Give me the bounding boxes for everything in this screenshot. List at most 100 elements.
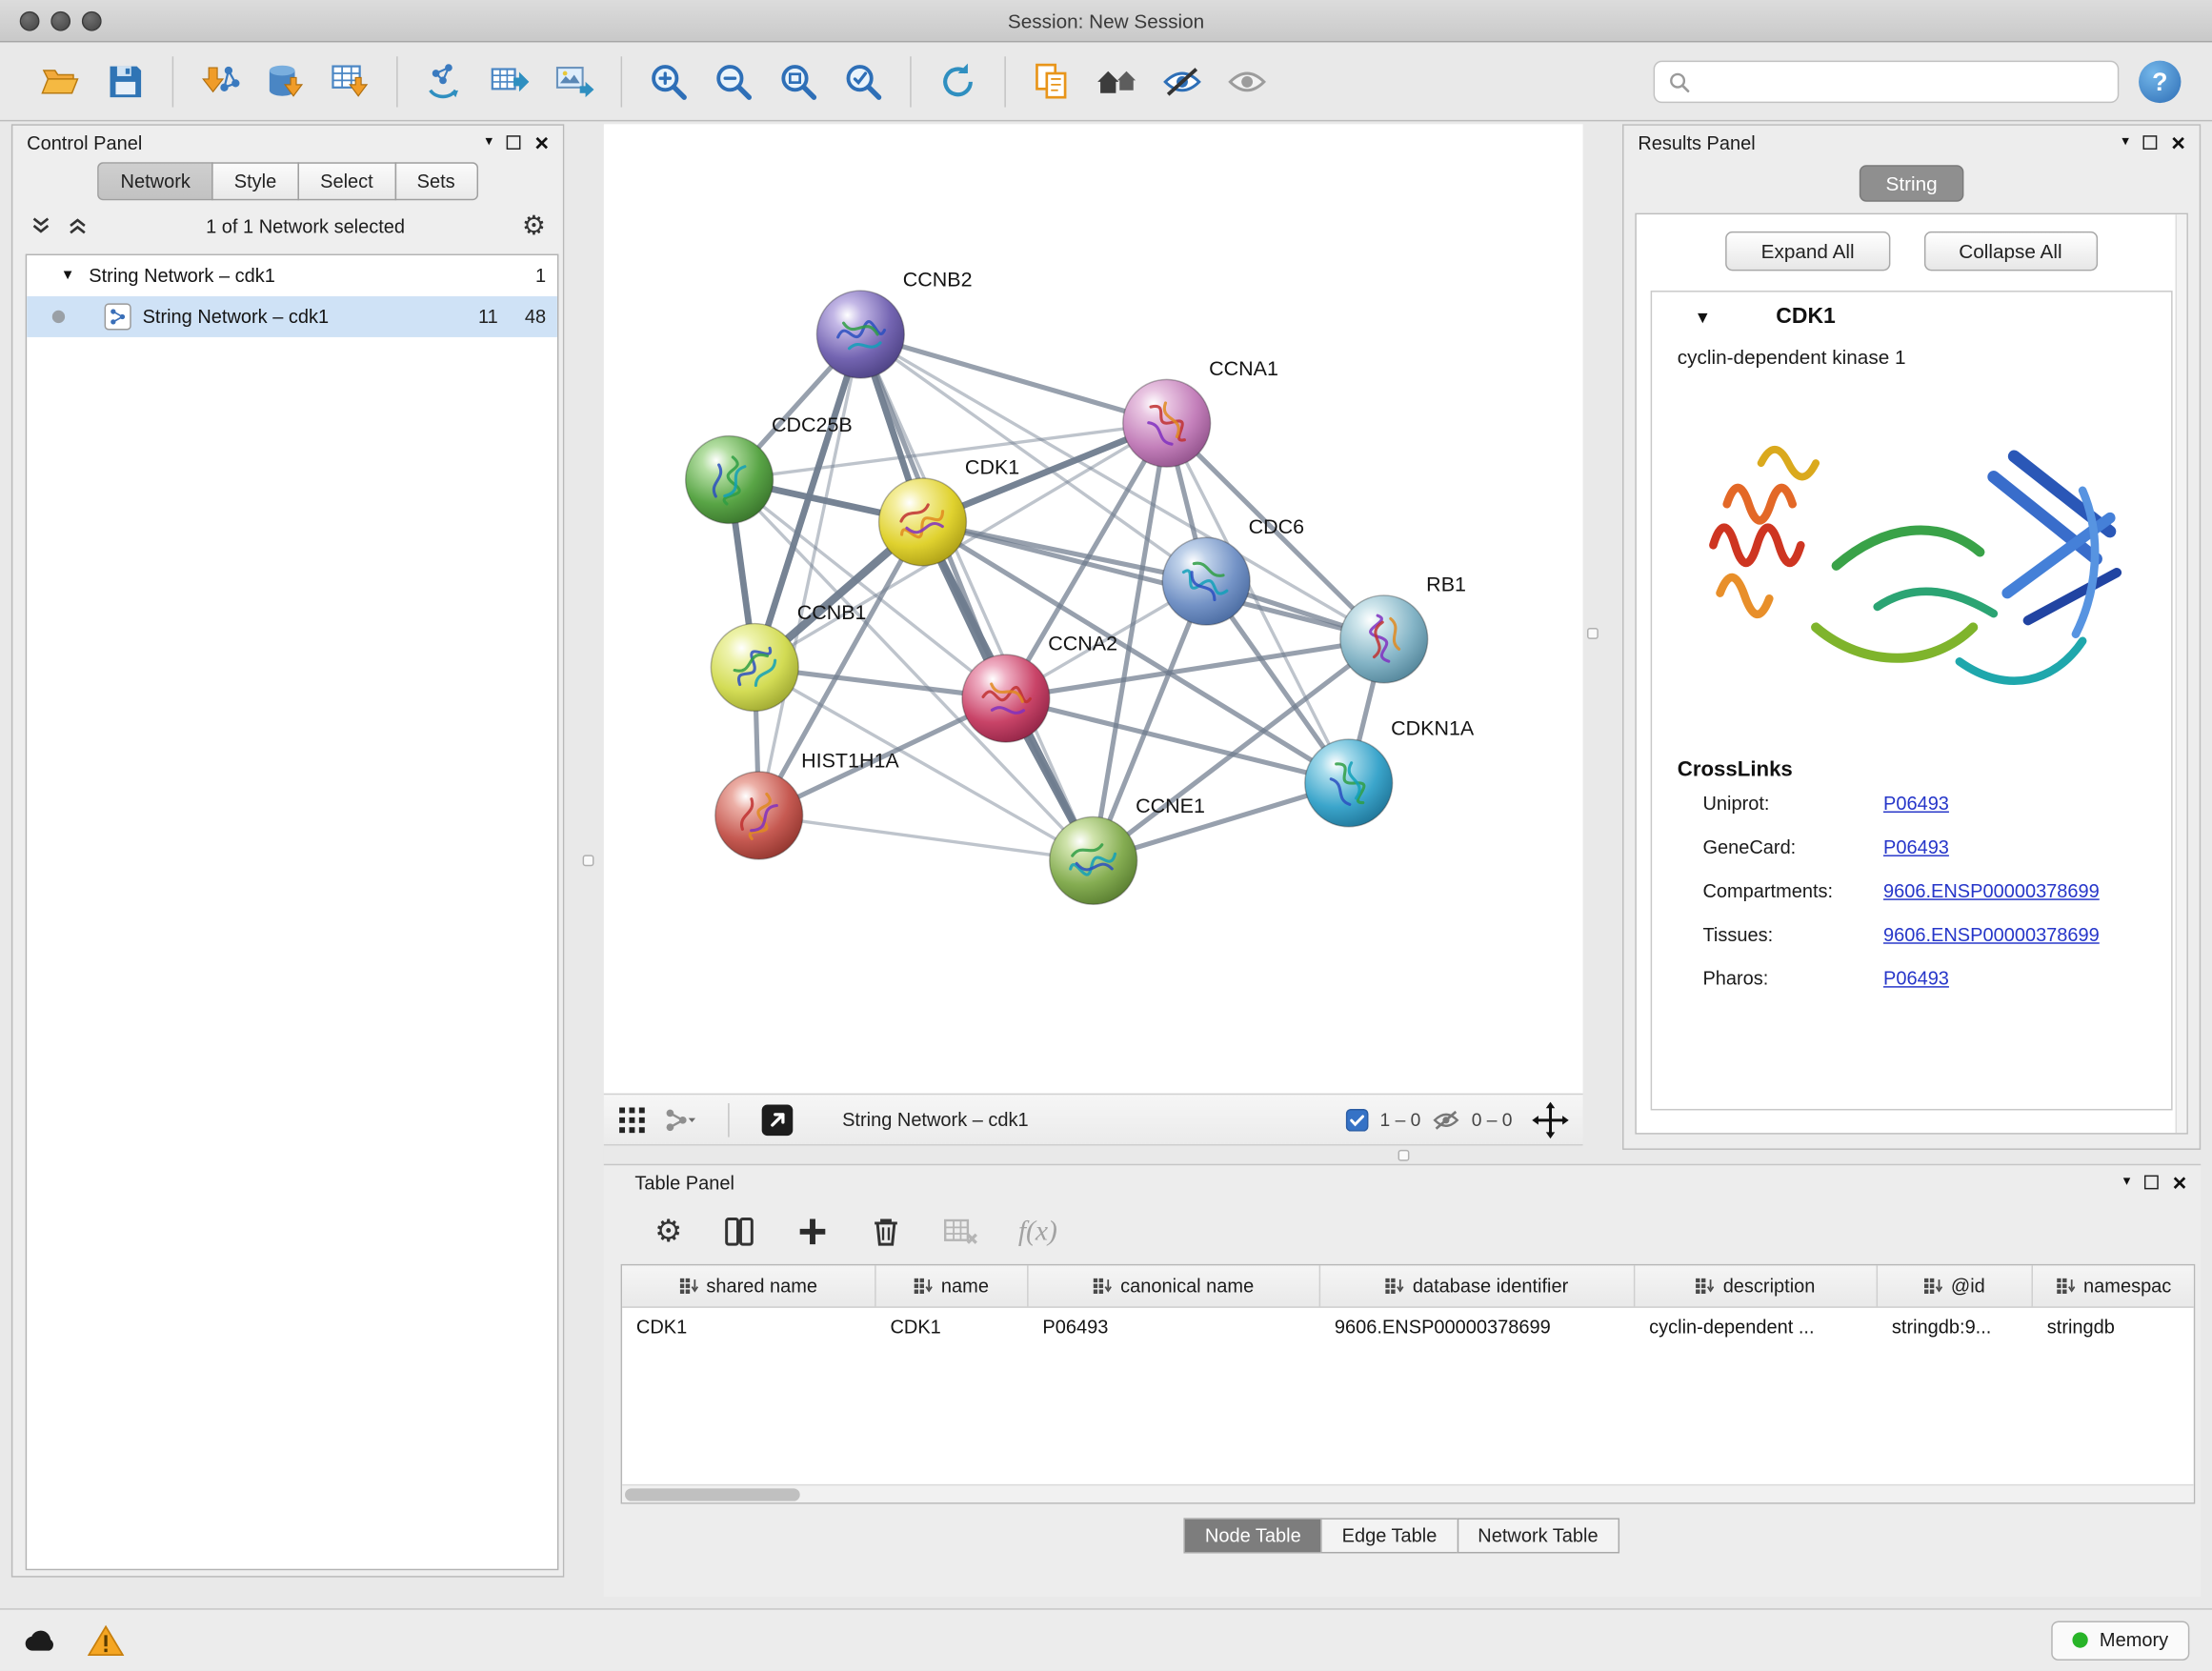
search-box[interactable] xyxy=(1654,61,2120,103)
table-cell[interactable]: CDK1 xyxy=(876,1308,1029,1346)
tab-network[interactable]: Network xyxy=(98,162,213,200)
column-header-description[interactable]: description xyxy=(1635,1265,1878,1306)
tab-style[interactable]: Style xyxy=(211,162,299,200)
refresh-button[interactable] xyxy=(925,50,990,114)
bottom-splitter-handle[interactable] xyxy=(1398,1150,1410,1161)
table-tab-edge-table[interactable]: Edge Table xyxy=(1320,1518,1458,1553)
network-tools-button[interactable] xyxy=(412,50,476,114)
panel-float-icon[interactable] xyxy=(2143,135,2158,150)
column-header-namespac[interactable]: namespac xyxy=(2033,1265,2195,1306)
network-node-CDC25B[interactable] xyxy=(686,436,774,524)
table-row[interactable]: CDK1CDK1P064939606.ENSP00000378699cyclin… xyxy=(622,1308,2194,1346)
collapse-all-button[interactable]: Collapse All xyxy=(1923,232,2097,271)
selected-checkbox-icon[interactable] xyxy=(1346,1108,1369,1131)
crosslink-link[interactable]: P06493 xyxy=(1883,836,1949,857)
gene-section-header[interactable]: ▼ CDK1 xyxy=(1652,292,2171,343)
scrollbar-thumb[interactable] xyxy=(625,1488,800,1500)
memory-button[interactable]: Memory xyxy=(2052,1621,2190,1660)
network-node-CDC6[interactable] xyxy=(1162,537,1250,625)
pan-crosshair-icon[interactable] xyxy=(1532,1101,1569,1138)
network-node-CDK1[interactable] xyxy=(879,478,967,566)
search-input[interactable] xyxy=(1699,71,2103,92)
help-button[interactable]: ? xyxy=(2139,61,2181,103)
show-all-button[interactable] xyxy=(1215,50,1279,114)
network-edge[interactable] xyxy=(923,522,1384,639)
gear-icon[interactable]: ⚙ xyxy=(522,212,546,239)
import-table-button[interactable] xyxy=(317,50,382,114)
table-cell[interactable]: stringdb xyxy=(2033,1308,2195,1346)
tab-select[interactable]: Select xyxy=(297,162,395,200)
network-node-HIST1H1A[interactable] xyxy=(715,772,803,859)
tab-sets[interactable]: Sets xyxy=(394,162,477,200)
panel-close-icon[interactable]: × xyxy=(2173,1170,2187,1194)
network-node-CCNB1[interactable] xyxy=(711,624,798,712)
tab-string[interactable]: String xyxy=(1859,165,1963,202)
disclosure-triangle-icon[interactable]: ▼ xyxy=(1695,309,1712,326)
network-edge[interactable] xyxy=(860,334,1166,423)
table-tab-node-table[interactable]: Node Table xyxy=(1184,1518,1322,1553)
close-window-button[interactable] xyxy=(20,11,40,31)
export-network-icon[interactable] xyxy=(760,1102,794,1137)
panel-menu-icon[interactable]: ▾ xyxy=(2122,135,2128,150)
crosslink-link[interactable]: 9606.ENSP00000378699 xyxy=(1883,880,2100,901)
collapse-all-icon[interactable] xyxy=(30,214,52,237)
panel-close-icon[interactable]: × xyxy=(534,131,549,154)
disclosure-triangle-icon[interactable]: ▼ xyxy=(58,268,78,283)
network-node-CDKN1A[interactable] xyxy=(1305,739,1393,827)
crosslink-link[interactable]: P06493 xyxy=(1883,793,1949,814)
table-settings-gear-icon[interactable]: ⚙ xyxy=(654,1217,682,1248)
column-header-name[interactable]: name xyxy=(876,1265,1029,1306)
table-cell[interactable]: P06493 xyxy=(1029,1308,1321,1346)
zoom-out-button[interactable] xyxy=(701,50,766,114)
import-network-from-database-button[interactable] xyxy=(252,50,317,114)
table-cell[interactable]: stringdb:9... xyxy=(1878,1308,2033,1346)
expand-all-icon[interactable] xyxy=(67,214,90,237)
minimize-window-button[interactable] xyxy=(50,11,70,31)
hide-selected-button[interactable] xyxy=(1150,50,1215,114)
left-splitter-handle[interactable] xyxy=(583,855,594,866)
network-graph[interactable]: CCNB2CCNA1CDC25BCDK1CDC6RB1CCNB1CCNA2CDK… xyxy=(604,124,1583,1093)
column-header-canonical-name[interactable]: canonical name xyxy=(1029,1265,1321,1306)
results-scrollbar[interactable] xyxy=(2176,214,2187,1133)
table-tab-network-table[interactable]: Network Table xyxy=(1457,1518,1619,1553)
warning-icon[interactable] xyxy=(88,1623,125,1658)
panel-menu-icon[interactable]: ▾ xyxy=(2123,1176,2130,1190)
delete-column-trash-icon[interactable] xyxy=(869,1215,903,1249)
save-session-button[interactable] xyxy=(93,50,158,114)
zoom-fit-button[interactable] xyxy=(766,50,831,114)
open-session-button[interactable] xyxy=(29,50,93,114)
table-cell[interactable]: 9606.ENSP00000378699 xyxy=(1320,1308,1635,1346)
column-header-database-identifier[interactable]: database identifier xyxy=(1320,1265,1635,1306)
panel-close-icon[interactable]: × xyxy=(2171,131,2185,154)
export-table-button[interactable] xyxy=(477,50,542,114)
clone-network-button[interactable] xyxy=(1020,50,1085,114)
left-splitter[interactable] xyxy=(564,124,603,1577)
zoom-selected-button[interactable] xyxy=(831,50,895,114)
expand-all-button[interactable]: Expand All xyxy=(1726,232,1890,271)
show-columns-icon[interactable] xyxy=(722,1215,756,1249)
right-splitter-handle[interactable] xyxy=(1587,628,1599,639)
network-node-RB1[interactable] xyxy=(1340,595,1428,683)
grid-view-icon[interactable] xyxy=(618,1105,647,1134)
network-canvas[interactable]: CCNB2CCNA1CDC25BCDK1CDC6RB1CCNB1CCNA2CDK… xyxy=(604,124,1583,1093)
network-node-CCNB2[interactable] xyxy=(816,291,904,378)
network-node-CCNE1[interactable] xyxy=(1050,816,1137,904)
panel-float-icon[interactable] xyxy=(507,135,521,150)
column-header-shared-name[interactable]: shared name xyxy=(622,1265,876,1306)
crosslink-link[interactable]: 9606.ENSP00000378699 xyxy=(1883,924,2100,945)
crosslink-link[interactable]: P06493 xyxy=(1883,968,1949,989)
column-header--id[interactable]: @id xyxy=(1878,1265,2033,1306)
network-row[interactable]: String Network – cdk1 11 48 xyxy=(27,296,557,337)
import-network-button[interactable] xyxy=(188,50,252,114)
network-overview-icon[interactable] xyxy=(663,1105,697,1134)
zoom-in-button[interactable] xyxy=(636,50,701,114)
table-horizontal-scrollbar[interactable] xyxy=(622,1484,2194,1502)
panel-float-icon[interactable] xyxy=(2144,1176,2159,1190)
network-edge[interactable] xyxy=(759,815,1094,860)
network-collection-row[interactable]: ▼ String Network – cdk1 1 xyxy=(27,255,557,296)
panel-menu-icon[interactable]: ▾ xyxy=(485,135,492,150)
table-cell[interactable]: CDK1 xyxy=(622,1308,876,1346)
table-cell[interactable]: cyclin-dependent ... xyxy=(1635,1308,1878,1346)
cloud-icon[interactable] xyxy=(23,1626,60,1655)
home-button[interactable] xyxy=(1085,50,1150,114)
